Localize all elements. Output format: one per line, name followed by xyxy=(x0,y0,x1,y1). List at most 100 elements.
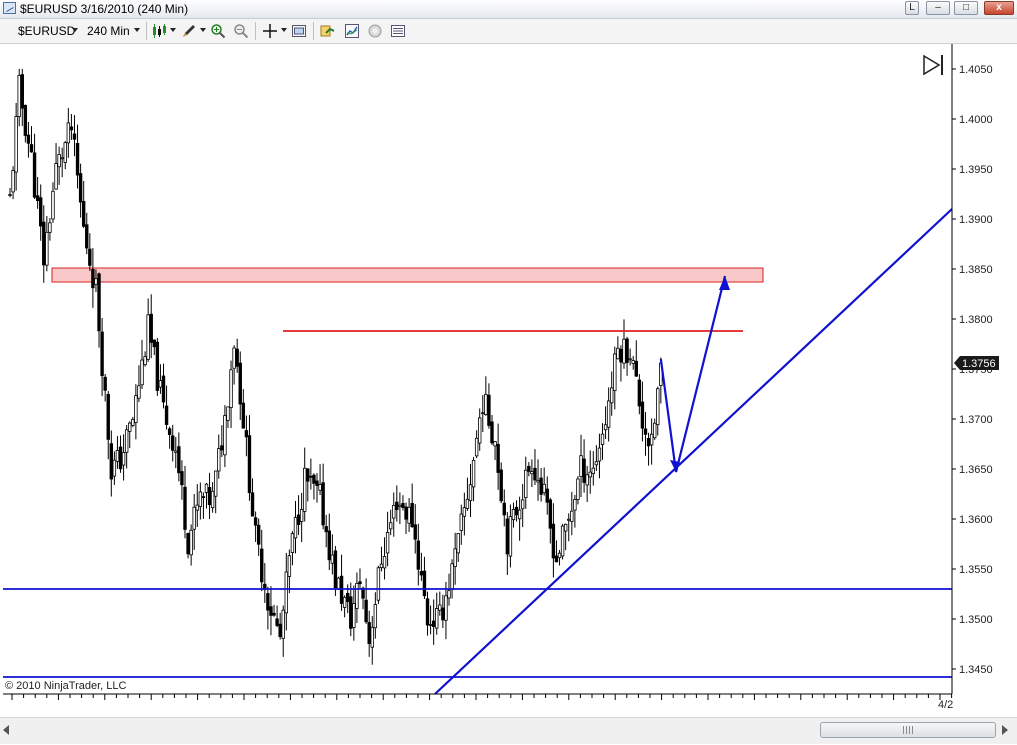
candle-body xyxy=(303,467,307,512)
candle-body xyxy=(438,604,442,611)
candle-body xyxy=(180,471,184,486)
candle-body xyxy=(527,465,531,472)
candle-body xyxy=(81,201,86,227)
bar-style-icon[interactable] xyxy=(151,23,167,39)
candle-body xyxy=(140,359,144,386)
candle-body xyxy=(121,452,126,466)
candle-body xyxy=(321,482,325,526)
candle-body xyxy=(207,487,212,506)
candle-body xyxy=(530,471,534,475)
candle-body xyxy=(631,360,635,364)
indicators-icon[interactable] xyxy=(320,23,336,39)
period-selector[interactable]: 240 Min xyxy=(87,24,130,38)
candle-body xyxy=(333,550,338,589)
candle-body xyxy=(256,524,261,545)
candle-body xyxy=(349,596,353,629)
candle-body xyxy=(284,571,288,614)
candle-body xyxy=(260,548,264,583)
chart-canvas[interactable]: 1.4050 1.4000 1.3950 1.3900 1.3850 1.3800 1.37… xyxy=(0,44,1017,716)
candle-body xyxy=(622,338,626,364)
candle-body xyxy=(312,474,316,484)
period-dropdown-icon[interactable] xyxy=(134,28,140,32)
candle-body xyxy=(134,395,138,423)
candle-body xyxy=(152,339,156,348)
candle-body xyxy=(640,401,645,429)
price-tick-label: 1.4050 xyxy=(959,64,993,76)
price-tick-label: 1.3550 xyxy=(959,564,993,576)
candle-body xyxy=(499,469,503,502)
close-button[interactable]: x xyxy=(984,1,1014,15)
crosshair-icon[interactable] xyxy=(262,23,278,39)
zoom-out-icon[interactable] xyxy=(233,23,249,39)
candle-body xyxy=(45,231,49,266)
candle-body xyxy=(582,458,586,483)
candle-body xyxy=(241,402,246,429)
maximize-button[interactable]: □ xyxy=(954,1,978,15)
candle-body xyxy=(551,523,556,559)
instrument-selector[interactable]: $EURUSD xyxy=(18,24,75,38)
candle-body xyxy=(579,455,583,477)
candle-body xyxy=(388,522,393,530)
candle-body xyxy=(35,195,40,201)
candle-body xyxy=(395,501,399,511)
candle-body xyxy=(238,362,242,405)
last-price-label: 1.3756 xyxy=(962,358,996,370)
candle-body xyxy=(533,467,537,481)
candle-body xyxy=(591,467,595,474)
candle-body xyxy=(653,422,657,439)
candle-body xyxy=(85,224,89,249)
candle-body xyxy=(557,552,562,559)
bar-style-dropdown-icon[interactable] xyxy=(170,28,176,32)
go-to-end-icon[interactable] xyxy=(922,54,946,76)
link-button[interactable]: L xyxy=(905,1,919,15)
candle-body xyxy=(32,152,37,198)
candle-body xyxy=(266,593,270,611)
candle-body xyxy=(232,347,236,369)
price-tick-label: 1.3800 xyxy=(959,314,993,326)
scroll-thumb[interactable] xyxy=(820,722,996,738)
candle-body xyxy=(63,142,67,163)
properties-icon[interactable] xyxy=(291,23,307,39)
strategies-icon[interactable] xyxy=(344,23,360,39)
candle-body xyxy=(570,510,574,522)
candle-body xyxy=(646,438,651,447)
candle-body xyxy=(57,154,61,168)
candle-body xyxy=(155,341,160,391)
price-chart[interactable]: 1.4050 1.4000 1.3950 1.3900 1.3850 1.3800 1.37… xyxy=(0,44,1017,716)
candle-body xyxy=(474,437,479,457)
candle-body xyxy=(524,469,528,499)
candle-body xyxy=(161,375,166,403)
crosshair-dropdown-icon[interactable] xyxy=(281,28,287,32)
candle-body xyxy=(42,221,46,266)
scroll-right-arrow-icon[interactable] xyxy=(1002,725,1008,735)
minimize-button[interactable]: – xyxy=(926,1,950,15)
candle-body xyxy=(158,380,163,388)
candle-body xyxy=(481,412,485,415)
draw-tool-icon[interactable] xyxy=(181,23,197,39)
candle-body xyxy=(613,353,617,391)
candle-body xyxy=(186,533,190,555)
data-box-icon[interactable] xyxy=(390,23,406,39)
candle-body xyxy=(628,358,632,361)
candle-body xyxy=(342,597,347,608)
candle-body xyxy=(560,525,565,557)
candle-body xyxy=(413,524,417,540)
candle-body xyxy=(588,471,592,478)
price-tick-label: 1.3600 xyxy=(959,514,993,526)
candle-body xyxy=(204,483,209,493)
candle-body xyxy=(656,388,660,426)
candle-body xyxy=(404,506,408,520)
price-tick-label: 1.3850 xyxy=(959,264,993,276)
chart-trader-icon[interactable] xyxy=(367,23,383,39)
scroll-left-arrow-icon[interactable] xyxy=(3,725,9,735)
instrument-dropdown-icon[interactable] xyxy=(72,28,78,32)
zoom-in-icon[interactable] xyxy=(210,23,226,39)
candle-body xyxy=(487,394,491,426)
candle-body xyxy=(97,273,101,332)
horizontal-scrollbar[interactable] xyxy=(0,717,1017,744)
candle-body xyxy=(600,433,605,445)
draw-tool-dropdown-icon[interactable] xyxy=(200,28,206,32)
candle-body xyxy=(281,609,285,639)
candle-body xyxy=(462,507,467,517)
chart-toolbar: $EURUSD 240 Min xyxy=(0,19,1017,44)
